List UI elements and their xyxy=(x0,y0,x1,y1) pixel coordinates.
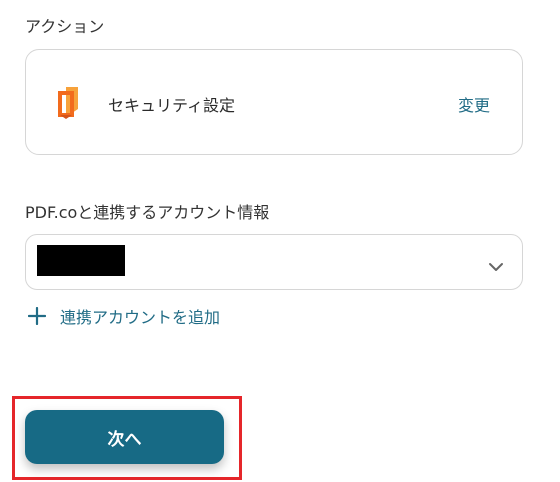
add-account-link[interactable]: 連携アカウントを追加 xyxy=(27,304,221,328)
account-select[interactable] xyxy=(25,234,523,290)
action-section-label: アクション xyxy=(25,17,105,36)
chevron-down-icon xyxy=(488,257,504,271)
redacted-account-value xyxy=(37,245,125,276)
add-account-label: 連携アカウントを追加 xyxy=(60,308,221,327)
account-section-label: PDF.coと連携するアカウント情報 xyxy=(25,203,270,222)
change-action-link[interactable]: 変更 xyxy=(458,92,490,116)
action-name: セキュリティ設定 xyxy=(108,96,236,115)
next-button[interactable]: 次へ xyxy=(25,410,224,464)
action-card: セキュリティ設定 変更 xyxy=(25,49,523,155)
pdfco-logo-icon xyxy=(56,85,84,121)
plus-icon xyxy=(27,306,47,326)
